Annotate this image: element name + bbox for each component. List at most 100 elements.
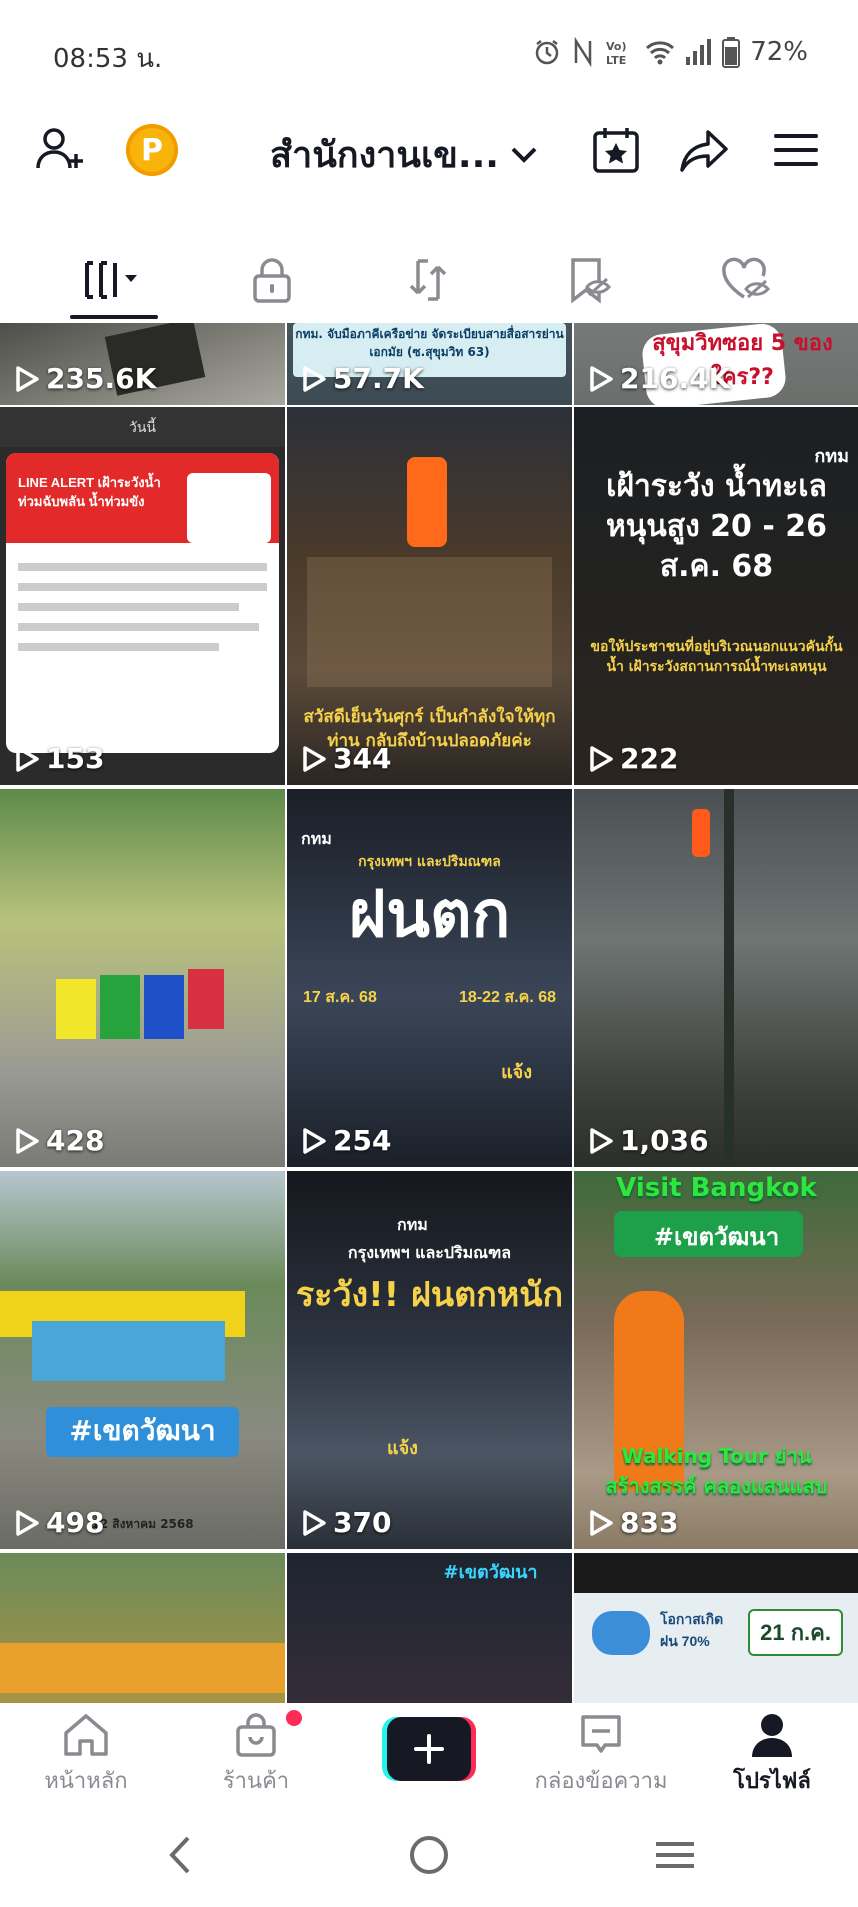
nav-profile[interactable]: โปรไฟล์ [722,1711,822,1803]
view-count-text: 153 [46,742,105,775]
nav-home-label: หน้าหลัก [44,1769,128,1794]
alert-tag: แจ้ง [387,1438,418,1458]
bottom-nav: หน้าหลัก ร้านค้า กล่องข้อความ โปรไฟล์ [0,1703,858,1803]
active-tab-indicator [70,315,158,319]
view-count: 344 [301,742,391,775]
nav-profile-label: โปรไฟล์ [733,1769,811,1794]
profile-header: P สำนักงานเข... [0,110,858,190]
video-overlay-text: #เขตวัฒนา [69,1414,216,1447]
add-friend-button[interactable] [30,110,90,190]
play-icon [303,1509,326,1536]
video-tile[interactable]: วันนี้ LINE ALERT เฝ้าระวังน้ำท่วมฉับพลั… [0,407,285,785]
video-overlay-text: กทม. จับมือภาคีเครือข่าย จัดระเบียบสายสื… [295,327,564,359]
create-button-face [387,1717,471,1781]
back-icon [169,1836,190,1874]
system-nav-bar [0,1808,858,1907]
tab-reposts[interactable] [378,240,478,320]
coin-button[interactable]: P [124,110,180,190]
view-count-text: 222 [620,742,679,775]
view-count-text: 254 [333,1124,392,1157]
bma-badge: กทม [814,446,849,466]
menu-button[interactable] [768,110,824,190]
banner-shape [32,1321,225,1381]
view-count: 222 [588,742,678,775]
play-icon [590,745,613,772]
nav-home[interactable]: หน้าหลัก [40,1711,132,1803]
home-system-button[interactable] [404,1830,454,1880]
video-sub-text: ขอให้ประชาชนที่อยู่บริเวณนอกแนวคันกั้นน้… [590,639,843,675]
video-tile[interactable]: โอกาสเกิดฝน 70% 21 ก.ค. [574,1553,858,1703]
video-overlay-text: #เขตวัฒนา [443,1562,538,1583]
video-tile[interactable] [0,1553,285,1703]
tab-private[interactable] [222,240,322,320]
nav-shop[interactable]: ร้านค้า [210,1710,302,1803]
hamburger-icon [774,134,818,166]
play-icon [303,1127,326,1154]
svg-text:LTE: LTE [606,54,626,67]
video-tag: #เขตวัฒนา [653,1223,780,1251]
calendar-star-icon [593,128,639,173]
video-tile[interactable]: กทม กรุงเทพฯ และปริมณฑล ฝนตก 17 ส.ค. 68 … [287,789,572,1167]
video-tile[interactable]: 428 [0,789,285,1167]
tab-videos[interactable] [64,240,164,320]
view-count: 428 [14,1124,104,1157]
svg-text:Vo): Vo) [606,40,627,53]
view-count: 498 [14,1506,104,1539]
street-shape [307,557,552,687]
view-count: 216.4K [588,362,730,395]
play-icon [303,365,326,392]
video-tile[interactable]: 1,036 [574,789,858,1167]
video-tile[interactable]: 235.6K [0,323,285,405]
video-tile[interactable]: กทม. จับมือภาคีเครือข่าย จัดระเบียบสายสื… [287,323,572,405]
status-icons: Vo) LTE 72% [532,34,808,70]
bin-red [188,969,224,1029]
video-tile[interactable]: กทม กรุงเทพฯ และปริมณฑล ระวัง!! ฝนตกหนัก… [287,1171,572,1549]
wifi-icon [646,41,675,65]
video-tile[interactable]: สวัสดีเย็นวันศุกร์ เป็นกำลังใจให้ทุกท่าน… [287,407,572,785]
video-sub-text: กรุงเทพฯ และปริมณฑล [358,854,501,870]
calendar-button[interactable] [588,110,644,190]
video-tile[interactable]: สุขุมวิทซอย 5 ของใคร?? 216.4K [574,323,858,405]
video-tile[interactable]: กทม เฝ้าระวัง น้ำทะเลหนุนสูง 20 - 26 ส.ค… [574,407,858,785]
video-overlay-text: ระวัง!! ฝนตกหนัก [295,1275,564,1315]
video-overlay-text: Visit Bangkok [616,1173,817,1203]
play-icon [16,745,39,772]
share-button[interactable] [676,110,732,190]
view-count-text: 1,036 [620,1124,709,1157]
recents-button[interactable] [650,1830,700,1880]
repost-icon [409,259,447,301]
crowd-shape [0,1643,285,1693]
video-tile[interactable]: #เขตวัฒนา 12 สิงหาคม 2568 498 [0,1171,285,1549]
battery-icon [722,37,741,68]
video-overlay-text: เฝ้าระวัง น้ำทะเลหนุนสูง 20 - 26 ส.ค. 68 [605,469,828,584]
tab-liked[interactable] [696,240,796,320]
pole-shape [724,789,734,1167]
home-circle-icon [410,1836,448,1874]
signal-icon [686,39,712,65]
play-icon [590,1509,613,1536]
battery-percent: 72% [750,37,808,67]
coin-letter: P [141,132,163,168]
bma-badge: กทม [397,1217,428,1234]
status-bar: 08:53 น. Vo) LTE 72% [0,0,858,100]
bin-yellow [56,979,96,1039]
create-button[interactable] [382,1717,476,1781]
inbox-icon [581,1715,621,1753]
video-overlay-text: ฝนตก [348,878,511,952]
profile-tabs [0,240,858,320]
forecast-date-left: 17 ส.ค. 68 [303,989,377,1006]
video-tile[interactable]: Visit Bangkok #เขตวัฒนา Walking Tour ย่า… [574,1171,858,1549]
video-tile[interactable]: #เขตวัฒนา [287,1553,572,1703]
bookmark-hidden-icon [571,258,611,304]
nav-shop-label: ร้านค้า [222,1769,290,1794]
view-count: 833 [588,1506,678,1539]
view-count: 370 [301,1506,391,1539]
nav-inbox[interactable]: กล่องข้อความ [530,1711,672,1803]
view-count-text: 370 [333,1506,392,1539]
video-sub-text: กรุงเทพฯ และปริมณฑล [347,1243,512,1262]
view-count: 153 [14,742,104,775]
grid-icon [85,261,137,299]
account-switcher[interactable]: สำนักงานเข... [270,126,539,183]
tab-saved[interactable] [538,240,638,320]
back-button[interactable] [156,1830,206,1880]
